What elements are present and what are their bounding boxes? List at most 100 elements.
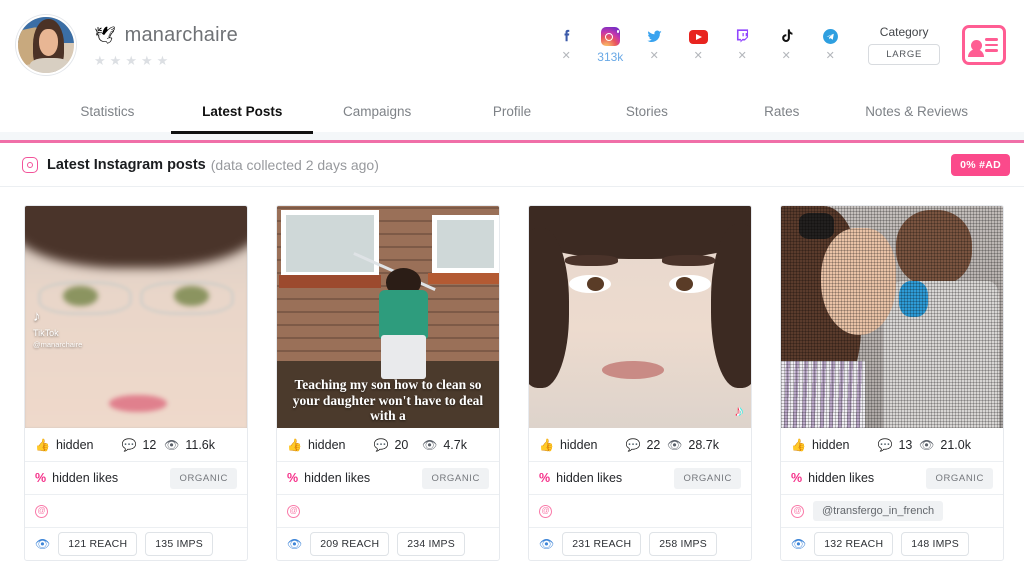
eye-icon: 👁: [422, 437, 438, 452]
star-icon: ★: [156, 52, 169, 68]
hidden-likes-label: hidden likes: [52, 471, 119, 485]
watermark-username: @manarchaire: [33, 339, 83, 349]
views-stat: 👁 11.6k: [164, 438, 215, 452]
profile-header: 🕊 manarchaire ★ ★ ★ ★ ★ ✕ 313k ✕ ✕ ✕ ✕ ✕…: [0, 0, 1024, 90]
thumbs-up-icon: 👍: [791, 437, 806, 452]
tab-latest-posts[interactable]: Latest Posts: [175, 90, 310, 132]
hidden-likes-label: hidden likes: [556, 471, 623, 485]
comment-icon: 💬: [373, 437, 389, 452]
social-tiktok[interactable]: ✕: [770, 27, 802, 63]
percent-icon: %: [791, 471, 803, 485]
header-right: ✕ 313k ✕ ✕ ✕ ✕ ✕ Category LARGE: [550, 25, 1006, 65]
social-networks: ✕ 313k ✕ ✕ ✕ ✕ ✕: [550, 27, 846, 63]
percent-icon: %: [539, 471, 551, 485]
comments-stat: 💬 22: [626, 438, 661, 452]
username[interactable]: manarchaire: [125, 24, 238, 47]
post-reach-row: 👁 121 REACH 135 IMPS: [25, 527, 247, 560]
post-engagement-row: 👍 hidden 💬 12 👁 11.6k: [25, 428, 247, 461]
tab-profile[interactable]: Profile: [445, 90, 580, 132]
eye-icon: 👁: [919, 437, 935, 452]
category-label: Category: [879, 25, 929, 39]
tab-label: Statistics: [80, 103, 135, 119]
tab-label: Notes & Reviews: [865, 103, 968, 119]
social-twitter[interactable]: ✕: [638, 27, 670, 63]
tab-label: Latest Posts: [202, 103, 283, 119]
comment-icon: 💬: [877, 437, 893, 452]
thumbnail-caption: Teaching my son how to clean so your dau…: [292, 377, 484, 424]
tiktok-icon: [777, 27, 796, 46]
panel-subtitle: (data collected 2 days ago): [210, 156, 379, 173]
tab-notes-reviews[interactable]: Notes & Reviews: [849, 90, 984, 132]
youtube-icon: [688, 27, 708, 46]
mention-icon: @: [539, 504, 552, 518]
post-mentions-row: @: [529, 494, 751, 527]
tab-rates[interactable]: Rates: [714, 90, 849, 132]
rating-stars[interactable]: ★ ★ ★ ★ ★: [94, 54, 238, 67]
star-icon: ★: [125, 52, 137, 68]
instagram-icon: [22, 156, 38, 173]
views-stat: 👁 28.7k: [667, 438, 719, 452]
social-instagram[interactable]: 313k: [594, 27, 626, 63]
likes-value: hidden: [811, 437, 850, 452]
post-card[interactable]: Teaching my son how to clean so your dau…: [276, 205, 500, 561]
social-facebook[interactable]: ✕: [550, 27, 582, 63]
social-twitch[interactable]: ✕: [726, 27, 758, 63]
post-engagement-row: 👍 hidden 💬 22 👁 28.7k: [529, 428, 751, 461]
views-stat: 👁 4.7k: [422, 438, 467, 452]
hidden-likes-label: hidden likes: [304, 471, 371, 485]
likes-value: hidden: [55, 437, 94, 452]
likes-stat: 👍 hidden: [287, 438, 346, 452]
thumbnail-image: [781, 206, 1003, 428]
comments-value: 22: [646, 437, 661, 452]
social-value: ✕: [561, 50, 571, 62]
panel-title: Latest Instagram posts: [47, 156, 206, 173]
post-mentions-row: @ @transfergo_in_french: [781, 494, 1003, 527]
post-thumbnail[interactable]: Teaching my son how to clean so your dau…: [277, 206, 499, 428]
post-thumbnail[interactable]: ♪: [529, 206, 751, 428]
media-kit-button[interactable]: [962, 25, 1006, 65]
post-thumbnail[interactable]: ♪ TikTok @manarchaire: [25, 206, 247, 428]
mention-icon: @: [35, 504, 48, 518]
star-icon: ★: [109, 52, 122, 68]
eye-icon: 👁: [667, 437, 683, 452]
thumbs-up-icon: 👍: [287, 437, 302, 452]
post-engagement-row: 👍 hidden 💬 20 👁 4.7k: [277, 428, 499, 461]
tab-stories[interactable]: Stories: [579, 90, 714, 132]
social-youtube[interactable]: ✕: [682, 27, 714, 63]
hidden-likes-label: hidden likes: [808, 471, 875, 485]
tab-label: Campaigns: [343, 103, 412, 119]
post-likes-row: % hidden likes ORGANIC: [781, 461, 1003, 494]
post-engagement-row: 👍 hidden 💬 13 👁 21.0k: [781, 428, 1003, 461]
post-card[interactable]: ♪ TikTok @manarchaire 👍 hidden 💬 12 👁 11…: [24, 205, 248, 561]
card-lines-icon: [984, 38, 998, 52]
tab-statistics[interactable]: Statistics: [40, 90, 175, 132]
post-thumbnail[interactable]: [781, 206, 1003, 428]
post-likes-row: % hidden likes ORGANIC: [277, 461, 499, 494]
post-mentions-row: @: [25, 494, 247, 527]
eye-icon: 👁: [164, 437, 180, 452]
reach-pill: 121 REACH: [58, 532, 138, 556]
latest-posts-panel: Latest Instagram posts (data collected 2…: [0, 140, 1024, 586]
tiktok-icon: ♪: [33, 307, 41, 325]
post-type-badge: ORGANIC: [170, 467, 237, 489]
post-card[interactable]: 👍 hidden 💬 13 👁 21.0k % hidden likes ORG…: [780, 205, 1004, 561]
views-value: 28.7k: [688, 437, 719, 452]
tab-campaigns[interactable]: Campaigns: [310, 90, 445, 132]
mention-tag[interactable]: @transfergo_in_french: [813, 501, 944, 521]
post-type-badge: ORGANIC: [422, 467, 489, 489]
social-value: ✕: [693, 50, 703, 62]
avatar[interactable]: [16, 15, 76, 75]
twitter-icon: [645, 27, 664, 46]
reach-pill: 132 REACH: [814, 532, 894, 556]
post-card[interactable]: ♪ 👍 hidden 💬 22 👁 28.7k % hidden likes O…: [528, 205, 752, 561]
post-mentions-row: @: [277, 494, 499, 527]
telegram-icon: [821, 27, 840, 46]
social-telegram[interactable]: ✕: [814, 27, 846, 63]
social-value: ✕: [649, 50, 659, 62]
category-value[interactable]: LARGE: [868, 44, 940, 65]
comments-value: 12: [142, 437, 157, 452]
comment-icon: 💬: [625, 437, 641, 452]
star-icon: ★: [140, 52, 153, 68]
profile-identity: 🕊 manarchaire ★ ★ ★ ★ ★: [94, 24, 238, 67]
post-reach-row: 👁 231 REACH 258 IMPS: [529, 527, 751, 560]
